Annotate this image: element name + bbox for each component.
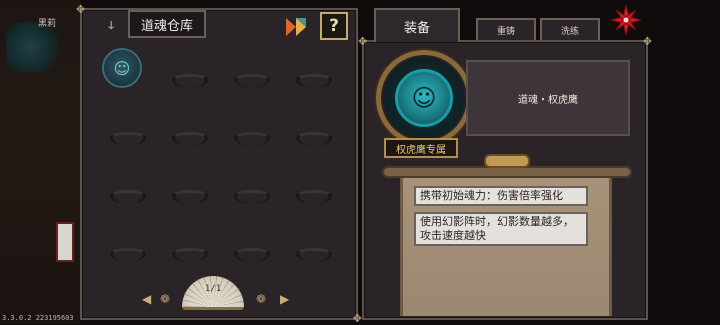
scroll-ornament-icon [484, 154, 530, 168]
empty-slot-ring [234, 132, 270, 146]
storage-slot[interactable] [96, 106, 158, 164]
storage-slot[interactable] [96, 164, 158, 222]
swap-icon [286, 18, 306, 36]
storage-slot[interactable] [282, 222, 344, 280]
close-button[interactable] [608, 2, 644, 38]
close-shuriken-icon [610, 4, 642, 36]
storage-slot[interactable] [158, 222, 220, 280]
help-button[interactable]: ? [320, 12, 348, 40]
empty-slot-ring [172, 248, 208, 262]
storage-slot[interactable] [220, 48, 282, 106]
corner-ornament-icon: ✥ [358, 35, 368, 48]
wind-chime-icon: ↆ [108, 18, 115, 32]
storage-slot[interactable] [282, 48, 344, 106]
storage-slot[interactable] [158, 48, 220, 106]
storage-slot[interactable] [282, 164, 344, 222]
background-tile [6, 22, 66, 72]
empty-slot-ring [110, 248, 146, 262]
effect-line: 携带初始魂力：伤害倍率强化 [414, 186, 588, 206]
storage-slot[interactable] [158, 106, 220, 164]
soul-portrait: ☺ [376, 50, 472, 146]
empty-slot-ring [296, 248, 332, 262]
empty-slot-ring [234, 74, 270, 88]
soul-mask-icon[interactable]: ☺ [102, 48, 142, 88]
prev-page-icon[interactable]: ◀ [142, 292, 151, 306]
next-page-icon[interactable]: ▶ [280, 292, 289, 306]
tab-equip[interactable]: 装备 [374, 8, 460, 42]
empty-slot-ring [296, 74, 332, 88]
version-label: 3.3.0.2 223195603 [2, 314, 74, 322]
empty-slot-ring [172, 74, 208, 88]
empty-slot-ring [234, 190, 270, 204]
empty-slot-ring [110, 132, 146, 146]
knot-ornament-icon: ❁ [160, 292, 171, 306]
corner-ornament-icon: ✥ [642, 35, 652, 48]
empty-slot-ring [110, 190, 146, 204]
storage-slot[interactable] [96, 222, 158, 280]
storage-title: 道魂仓库 [128, 10, 206, 38]
knot-ornament-icon: ❁ [256, 292, 267, 306]
empty-slot-ring [234, 248, 270, 262]
lantern-icon [56, 222, 74, 262]
effect-line: 使用幻影阵时，幻影数量越多，攻击速度越快 [414, 212, 588, 246]
swap-button[interactable] [282, 14, 310, 40]
storage-slot[interactable] [220, 222, 282, 280]
empty-slot-ring [172, 190, 208, 204]
page-indicator: 1/1 [204, 284, 222, 294]
exclusive-tag: 权虎鹰专属 [384, 138, 458, 158]
storage-slot[interactable] [220, 106, 282, 164]
soul-mask-icon: ☺ [395, 69, 453, 127]
corner-ornament-icon: ✥ [76, 3, 86, 16]
empty-slot-ring [296, 132, 332, 146]
storage-slot[interactable] [158, 164, 220, 222]
tab-wash[interactable]: 洗练 [540, 18, 600, 42]
game-background [0, 0, 80, 324]
empty-slot-ring [172, 132, 208, 146]
storage-slot[interactable] [220, 164, 282, 222]
empty-slot-ring [296, 190, 332, 204]
storage-grid: ☺ [96, 48, 346, 278]
soul-name: 道魂・权虎鹰 [466, 60, 630, 136]
corner-ornament-icon: ✥ [352, 312, 362, 325]
npc-name-label: 黑莉 [38, 19, 57, 29]
tab-recast[interactable]: 重铸 [476, 18, 536, 42]
storage-slot[interactable]: ☺ [96, 48, 158, 106]
storage-slot[interactable] [282, 106, 344, 164]
